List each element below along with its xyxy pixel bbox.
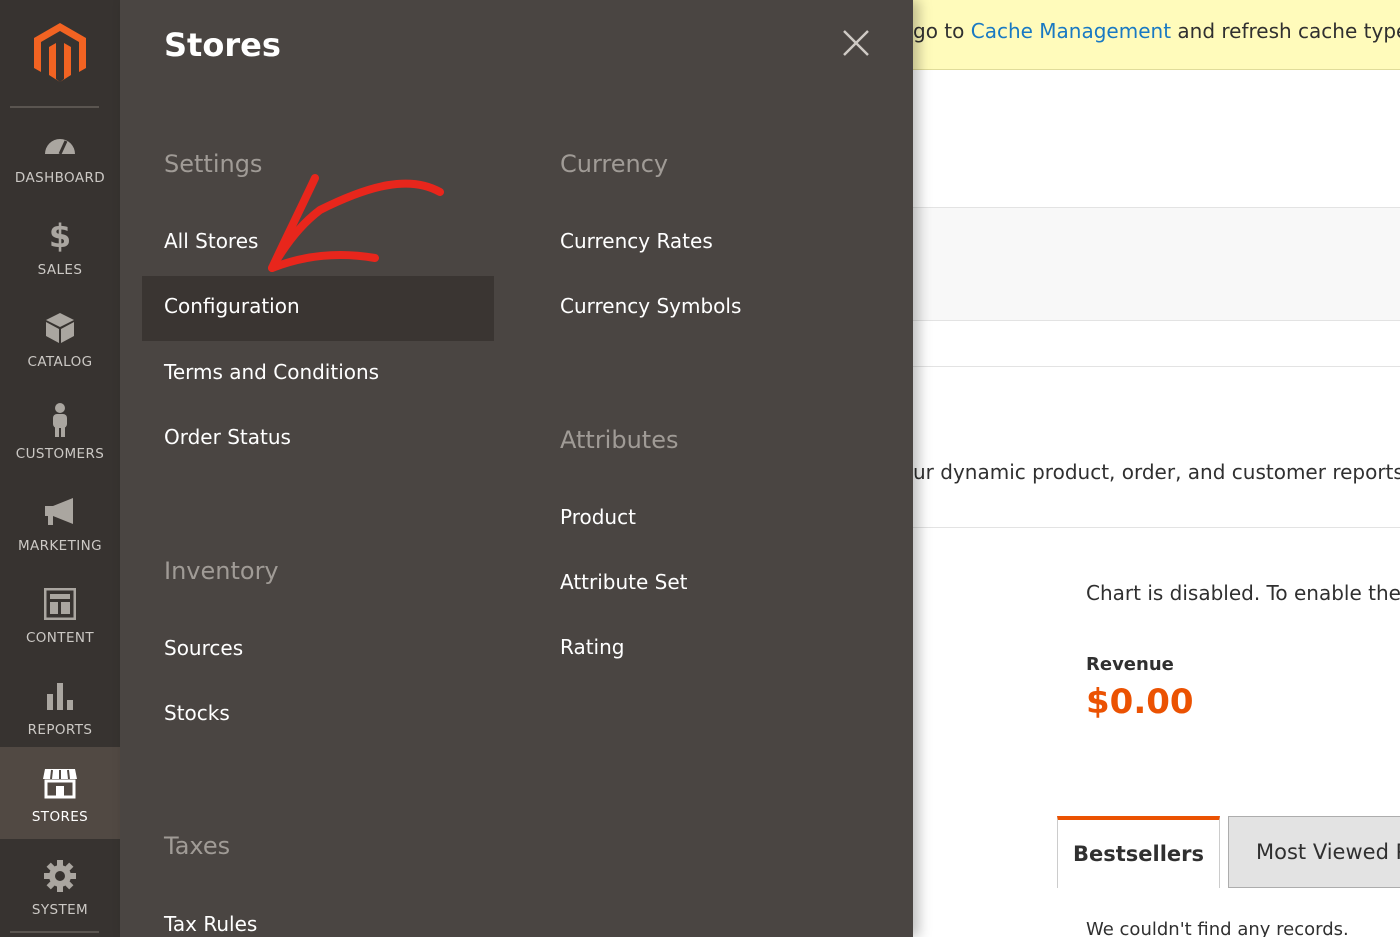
menu-link-stocks[interactable]: Stocks	[164, 701, 230, 725]
annotation-arrow-icon	[268, 174, 444, 272]
nav-reports-label: REPORTS	[27, 722, 93, 738]
nav-catalog[interactable]: CATALOG	[0, 292, 120, 384]
notice-text-before: go to	[913, 19, 971, 43]
tab-most-viewed[interactable]: Most Viewed P	[1228, 816, 1400, 888]
revenue-value: $0.00	[1086, 682, 1194, 722]
dollar-icon: $	[48, 217, 72, 255]
section-heading-taxes: Taxes	[164, 832, 231, 860]
nav-sales-label: SALES	[37, 262, 83, 278]
close-icon[interactable]	[840, 27, 872, 59]
section-heading-currency: Currency	[560, 150, 669, 178]
chart-disabled-text: Chart is disabled. To enable the c	[1086, 581, 1400, 605]
menu-link-currency-symbols[interactable]: Currency Symbols	[560, 294, 741, 318]
menu-link-terms-and-conditions[interactable]: Terms and Conditions	[164, 360, 379, 384]
nav-dashboard[interactable]: DASHBOARD	[0, 108, 120, 200]
nav-system[interactable]: SYSTEM	[0, 840, 120, 932]
no-records-text: We couldn't find any records.	[1086, 919, 1349, 937]
megaphone-icon	[0, 494, 120, 530]
menu-link-currency-rates[interactable]: Currency Rates	[560, 229, 713, 253]
nav-stores-label: STORES	[31, 809, 89, 825]
menu-link-tax-rules[interactable]: Tax Rules	[164, 912, 257, 936]
person-icon	[0, 402, 120, 438]
dashboard-band	[913, 207, 1400, 321]
section-heading-attributes: Attributes	[560, 426, 679, 454]
dashboard-icon	[0, 126, 120, 162]
nav-marketing-label: MARKETING	[17, 538, 103, 554]
menu-link-sources[interactable]: Sources	[164, 636, 243, 660]
layout-icon	[0, 586, 120, 622]
nav-marketing[interactable]: MARKETING	[0, 476, 120, 568]
nav-customers[interactable]: CUSTOMERS	[0, 384, 120, 476]
bar-chart-icon	[0, 678, 120, 714]
nav-sales[interactable]: $ SALES	[0, 200, 120, 292]
tab-bestsellers[interactable]: Bestsellers	[1057, 816, 1220, 888]
nav-system-label: SYSTEM	[31, 902, 89, 918]
cache-management-link[interactable]: Cache Management	[971, 19, 1171, 43]
divider-line	[913, 527, 1400, 528]
system-message-bar: go to Cache Management and refresh cache…	[913, 0, 1400, 70]
magento-logo[interactable]	[0, 0, 120, 106]
storefront-icon	[0, 765, 120, 801]
nav-catalog-label: CATALOG	[27, 354, 93, 370]
reports-info-text: ur dynamic product, order, and customer …	[913, 460, 1400, 484]
sidebar-divider	[10, 931, 99, 933]
nav-dashboard-label: DASHBOARD	[14, 170, 106, 186]
section-heading-settings: Settings	[164, 150, 263, 178]
nav-content[interactable]: CONTENT	[0, 568, 120, 660]
nav-content-label: CONTENT	[25, 630, 95, 646]
menu-link-attribute-set[interactable]: Attribute Set	[560, 570, 688, 594]
gear-icon	[0, 858, 120, 894]
menu-link-all-stores[interactable]: All Stores	[164, 229, 258, 253]
nav-customers-label: CUSTOMERS	[15, 446, 105, 462]
menu-link-rating[interactable]: Rating	[560, 635, 624, 659]
cube-icon	[0, 310, 120, 346]
flyout-title: Stores	[164, 26, 281, 64]
menu-link-order-status[interactable]: Order Status	[164, 425, 291, 449]
menu-link-product[interactable]: Product	[560, 505, 636, 529]
cache-notice-text: go to Cache Management and refresh cache…	[913, 19, 1400, 43]
notice-text-after: and refresh cache types.	[1171, 19, 1400, 43]
section-heading-inventory: Inventory	[164, 557, 279, 585]
nav-stores[interactable]: STORES	[0, 747, 120, 839]
nav-reports[interactable]: REPORTS	[0, 660, 120, 752]
divider-line	[913, 366, 1400, 367]
admin-sidebar: DASHBOARD $ SALES CATALOG CUSTOMERS MARK…	[0, 0, 120, 937]
revenue-label: Revenue	[1086, 654, 1174, 675]
stores-flyout-panel: Stores Settings All Stores Configuration…	[120, 0, 913, 937]
